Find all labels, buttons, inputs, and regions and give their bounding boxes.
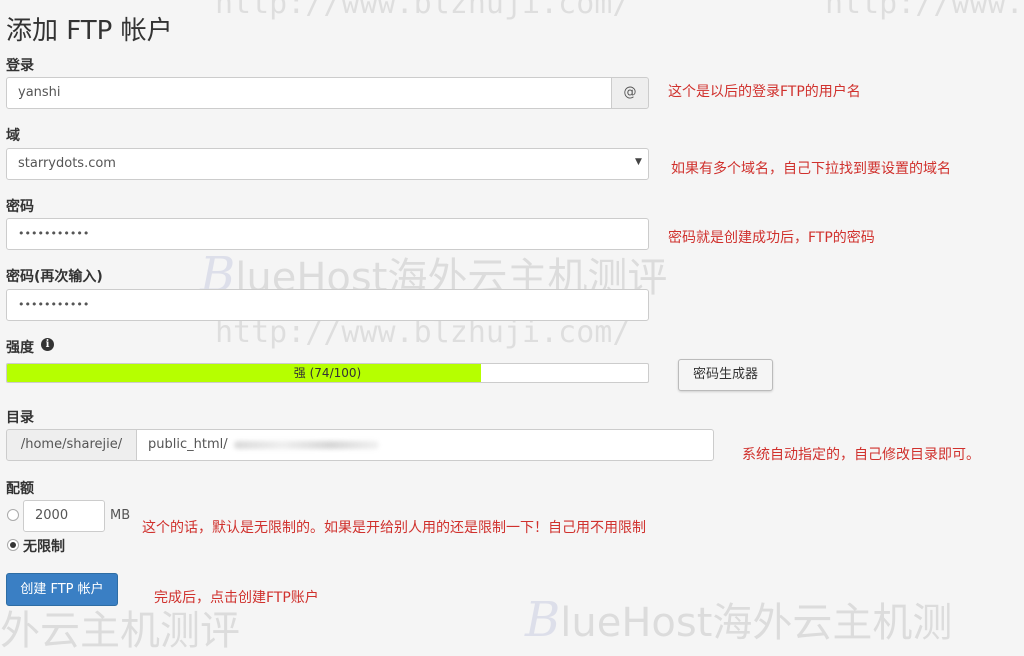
strength-label: 强度 [6,340,34,356]
password-confirm-input[interactable]: ••••••••••• [6,289,649,321]
watermark-brand-bottom-right: BlueHost海外云主机测 [525,590,952,648]
watermark-url-top-right: http://www.blzhuji.com/ [825,0,1024,21]
quota-input[interactable]: 2000 [23,500,105,532]
brand-logo-letter: B [525,592,561,648]
quota-label: 配额 [6,481,34,497]
quota-limited-radio[interactable] [7,509,19,521]
directory-value: public_html/ [148,437,228,452]
chevron-down-icon[interactable]: ▼ [635,157,642,167]
directory-note: 系统自动指定的，自己修改目录即可。 [742,447,980,463]
password-strength-text: 强 (74/100) [293,366,362,380]
login-label: 登录 [6,58,34,74]
directory-label: 目录 [6,410,34,426]
page-title: 添加 FTP 帐户 [6,16,173,46]
quota-unit: MB [110,508,131,523]
watermark-url-top: http://www.blzhuji.com/ [215,0,631,21]
directory-redacted-blur [234,441,379,449]
domain-note: 如果有多个域名，自己下拉找到要设置的域名 [671,161,951,177]
password-confirm-label: 密码(再次输入) [6,269,103,285]
password-input[interactable]: ••••••••••• [6,218,649,250]
login-input[interactable]: yanshi [6,77,612,109]
info-icon[interactable]: i [41,338,54,351]
quota-note: 这个的话，默认是无限制的。如果是开给别人用的还是限制一下！自己用不用限制 [142,520,646,536]
directory-input[interactable]: public_html/ [136,429,714,461]
login-domain-addon: @ [611,77,649,109]
directory-prefix: /home/sharejie/ [6,429,137,461]
password-note: 密码就是创建成功后，FTP的密码 [668,230,875,246]
domain-select[interactable]: starrydots.com [6,148,649,180]
login-note: 这个是以后的登录FTP的用户名 [668,84,861,100]
password-label: 密码 [6,199,34,215]
domain-selected-value: starrydots.com [18,156,116,171]
quota-unlimited-label[interactable]: 无限制 [23,536,65,556]
quota-unlimited-radio[interactable] [7,539,19,551]
domain-label: 域 [6,128,20,144]
brand-logo-text: lueHost海外云主机测 [560,600,953,646]
submit-note: 完成后，点击创建FTP账户 [154,590,319,606]
password-generator-button[interactable]: 密码生成器 [678,359,773,391]
password-strength-meter: 强 (74/100) [6,363,649,383]
create-ftp-account-button[interactable]: 创建 FTP 帐户 [6,573,118,606]
